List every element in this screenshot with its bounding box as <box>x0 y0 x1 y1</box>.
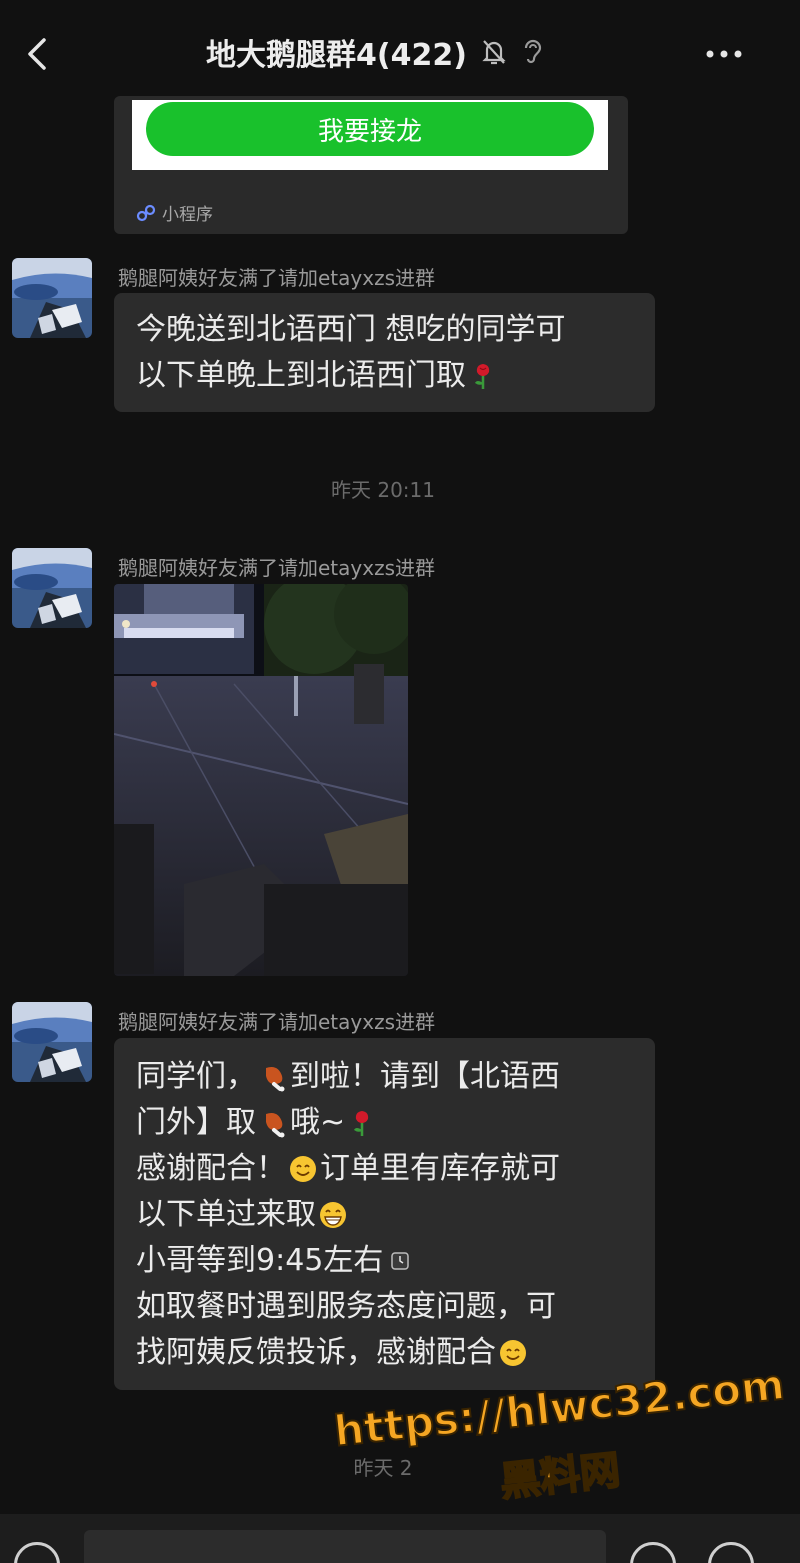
ear-icon <box>524 39 542 64</box>
message-photo[interactable] <box>114 584 408 976</box>
watch-emoji-icon <box>391 1252 410 1270</box>
avatar[interactable] <box>12 1002 92 1082</box>
meat-leg-emoji-icon <box>266 1067 285 1092</box>
more-dots-icon[interactable] <box>700 40 748 68</box>
watermark-name: 黑料网 <box>497 1446 623 1506</box>
meat-leg-emoji-icon <box>266 1113 285 1138</box>
message-input[interactable] <box>84 1530 606 1563</box>
message-line: 门外】取 哦~ <box>136 1100 633 1146</box>
emoji-picker-icon[interactable] <box>630 1542 676 1563</box>
avatar[interactable] <box>12 258 92 338</box>
message-line: 小哥等到9:45左右 <box>136 1238 633 1284</box>
mini-program-label: 小程序 <box>162 205 213 225</box>
timestamp: 昨天 20:11 <box>331 478 435 502</box>
chevron-left-icon[interactable] <box>20 36 56 72</box>
message-line: 以下单过来取 <box>136 1192 633 1238</box>
chat-header: 地大鹅腿群4(422) <box>0 0 800 104</box>
message-line: 以下单晚上到北语西门取 <box>136 353 633 399</box>
mini-program-icon <box>136 204 156 221</box>
rose-emoji-icon <box>354 1111 369 1136</box>
mini-program-tag: 小程序 <box>136 200 213 225</box>
voice-input-icon[interactable] <box>14 1542 60 1563</box>
sender-name: 鹅腿阿姨好友满了请加etayxzs进群 <box>118 556 435 580</box>
solitaire-join-button[interactable]: 我要接龙 <box>146 102 594 156</box>
smile-emoji-icon <box>500 1340 526 1366</box>
message-line: 如取餐时遇到服务态度问题，可 <box>136 1289 556 1324</box>
bell-off-icon <box>482 40 506 65</box>
rose-emoji-icon <box>475 364 490 389</box>
message-line: 今晚送到北语西门 想吃的同学可 <box>136 312 566 347</box>
mini-program-preview: 我要接龙 <box>132 100 608 170</box>
grin-emoji-icon <box>320 1202 346 1228</box>
message-bubble[interactable]: 今晚送到北语西门 想吃的同学可 以下单晚上到北语西门取 <box>114 293 655 412</box>
chat-title: 地大鹅腿群4(422) <box>206 38 467 73</box>
avatar[interactable] <box>12 548 92 628</box>
message-bubble[interactable]: 同学们， 到啦！请到【北语西 门外】取 哦~ 感谢配合！ 订单里有库存就可 以下… <box>114 1038 655 1390</box>
plus-icon[interactable] <box>708 1542 754 1563</box>
sender-name: 鹅腿阿姨好友满了请加etayxzs进群 <box>118 266 435 290</box>
input-bar <box>0 1514 800 1563</box>
message-line: 感谢配合！ 订单里有库存就可 <box>136 1151 560 1186</box>
chat-title-group: 地大鹅腿群4(422) <box>206 30 543 74</box>
smile-emoji-icon <box>290 1156 316 1182</box>
sender-name: 鹅腿阿姨好友满了请加etayxzs进群 <box>118 1010 435 1034</box>
mini-program-card[interactable]: 我要接龙 小程序 <box>114 96 628 234</box>
message-line: 同学们， 到啦！请到【北语西 <box>136 1059 560 1094</box>
